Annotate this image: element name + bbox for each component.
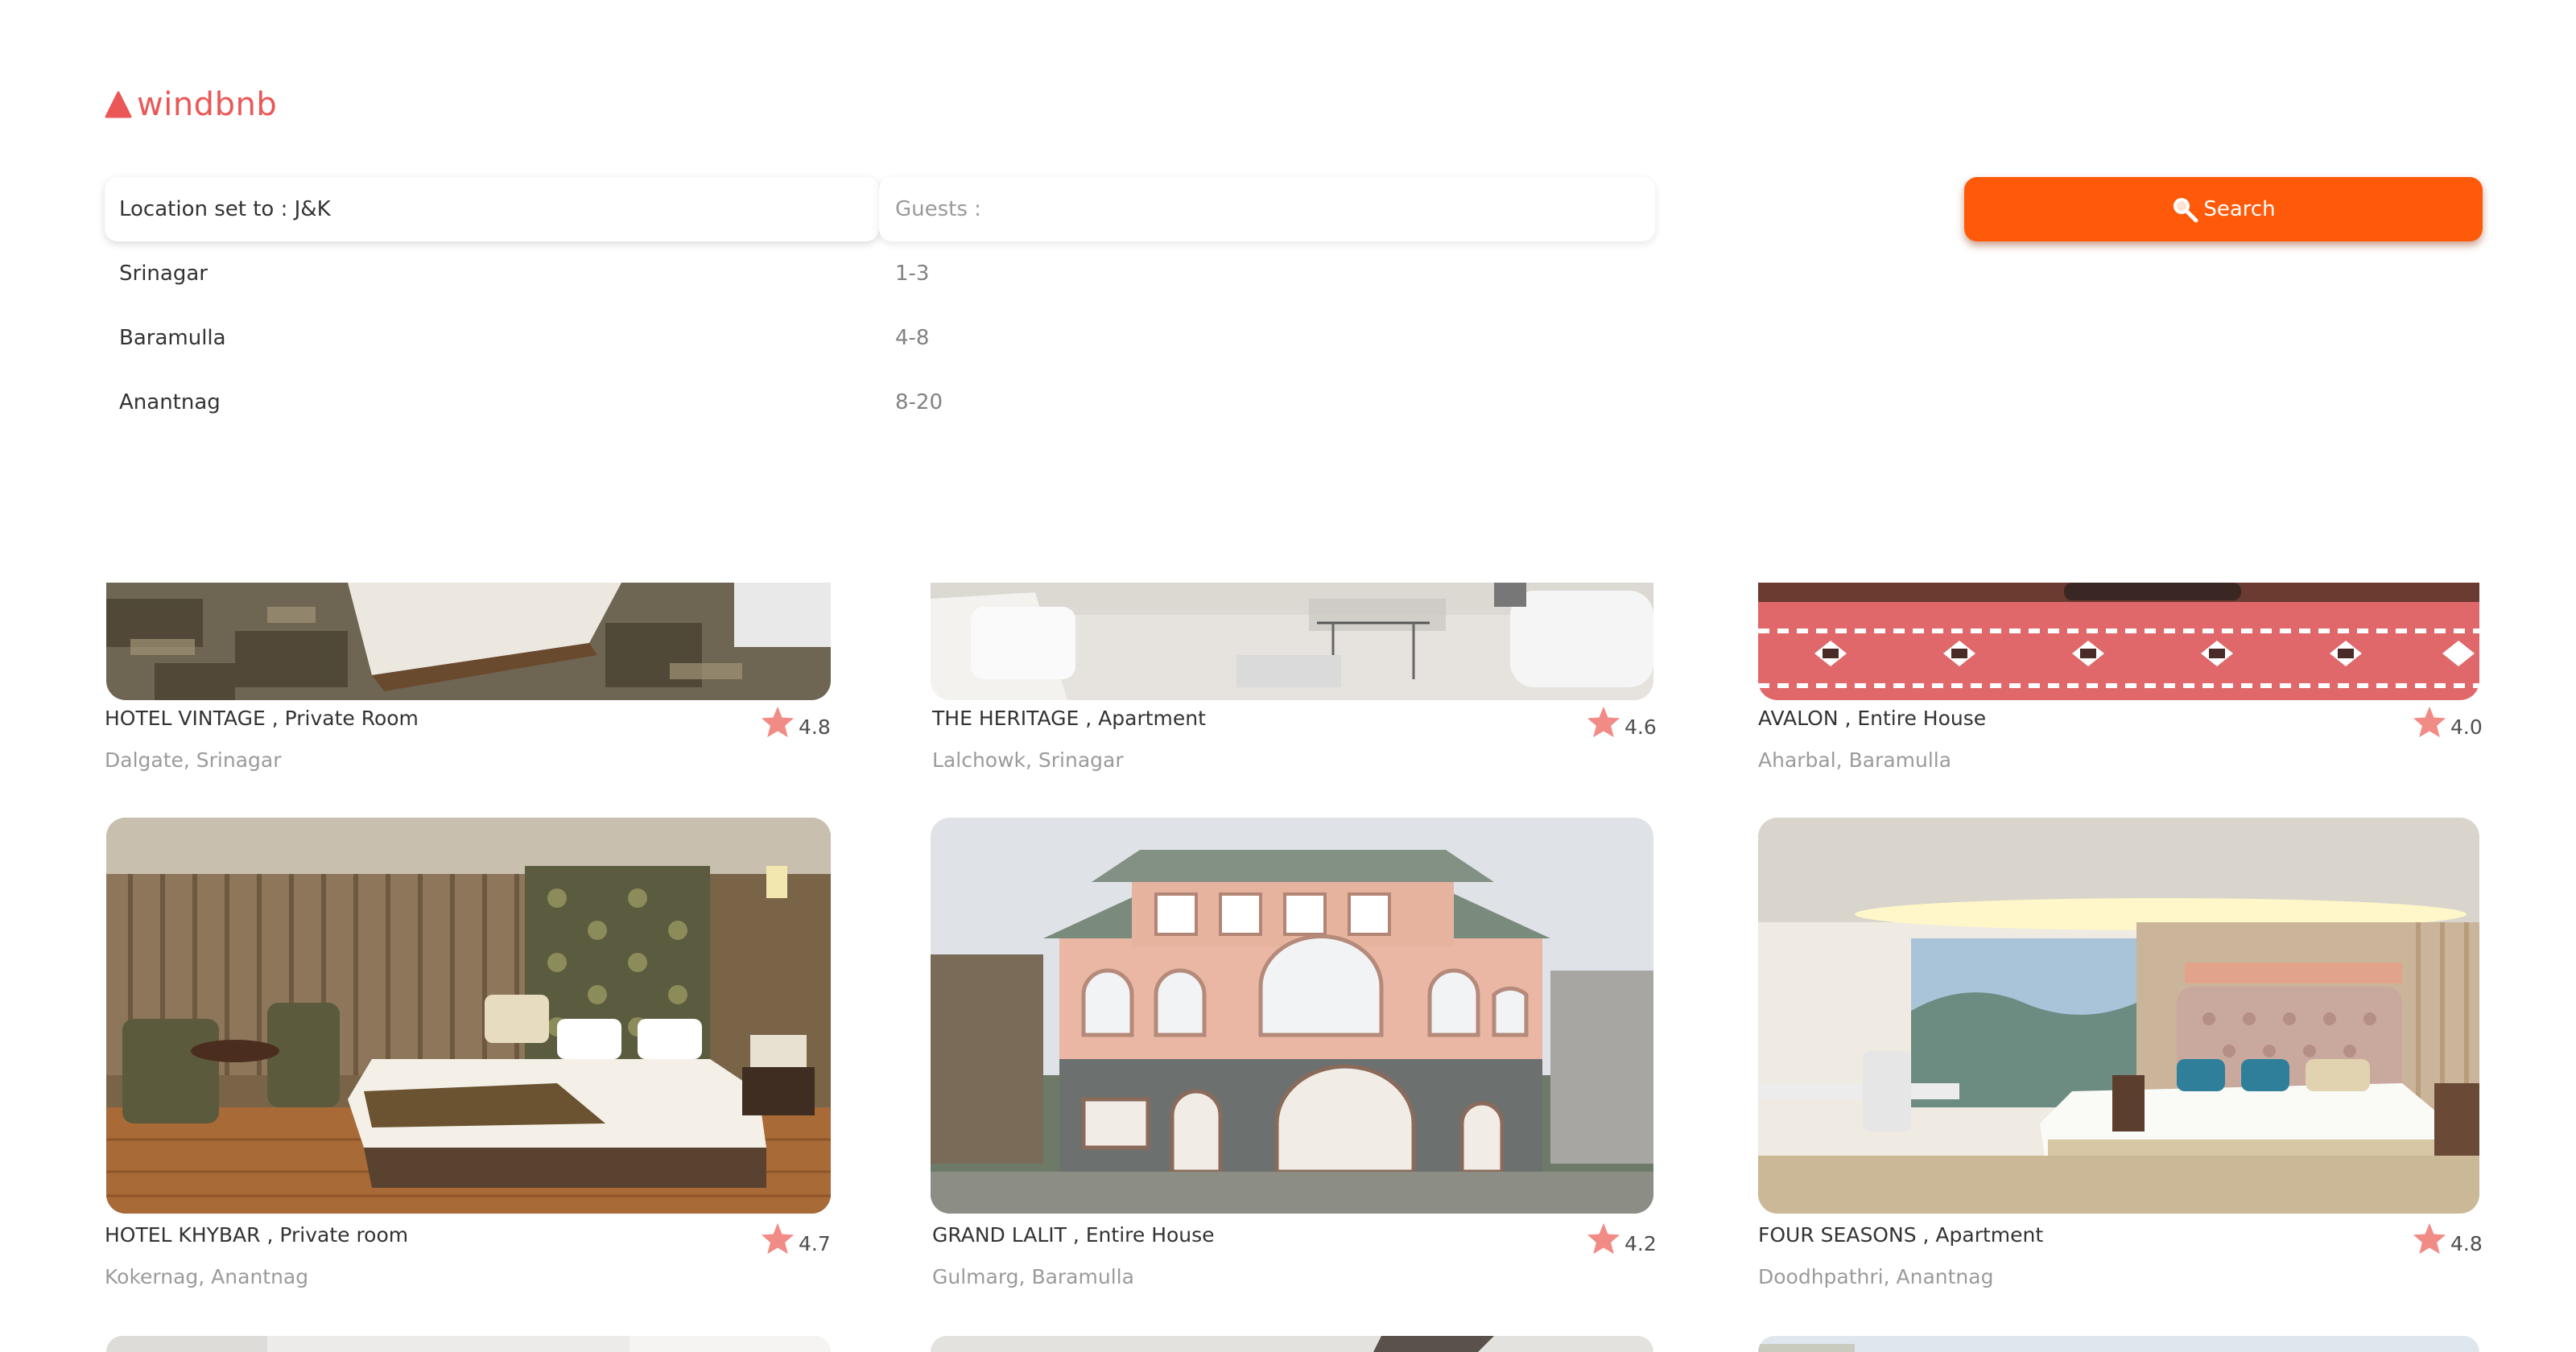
listing-location: Aharbal, Baramulla [1758,748,1952,772]
listing-title[interactable]: AVALON , Entire House [1758,707,1986,730]
listing-location: Gulmarg, Baramulla [932,1265,1134,1288]
guest-option-8-20[interactable]: 8-20 [895,370,1217,435]
location-field-label: Location set to : J&K [119,197,331,221]
listing-photo[interactable] [1758,1336,2479,1352]
logo-text: windbnb [137,86,278,123]
star-icon [760,705,795,739]
location-option-baramulla[interactable]: Baramulla [119,306,522,370]
star-icon [1586,705,1621,739]
listing-rating: 4.0 [2412,705,2483,739]
location-field[interactable]: Location set to : J&K [105,177,879,241]
listing-rating: 4.8 [760,705,831,739]
listing-photo[interactable] [931,1336,1653,1352]
listing-photo[interactable] [106,583,831,700]
guest-options: 1-3 4-8 8-20 [895,241,1217,435]
listing-location: Lalchowk, Srinagar [932,748,1124,772]
star-icon [760,1222,795,1255]
guests-field-label: Guests : [895,197,981,221]
location-option-srinagar[interactable]: Srinagar [119,241,522,306]
listing-rating: 4.8 [2412,1222,2483,1255]
rating-value: 4.2 [1624,1232,1657,1255]
scroll-cut [0,547,2576,583]
windbnb-logo[interactable]: windbnb [105,82,277,127]
star-icon [2412,1222,2447,1255]
guests-field[interactable]: Guests : [879,177,1655,241]
listing-photo[interactable] [1758,818,2479,1214]
listing-photo[interactable] [931,818,1653,1214]
listing-title[interactable]: FOUR SEASONS , Apartment [1758,1223,2043,1247]
rating-value: 4.6 [1624,715,1657,739]
listing-photo[interactable] [931,583,1653,700]
rating-value: 4.0 [2450,715,2483,739]
star-icon [2412,705,2447,739]
guest-option-4-8[interactable]: 4-8 [895,306,1217,370]
guest-option-1-3[interactable]: 1-3 [895,241,1217,306]
listing-rating: 4.2 [1586,1222,1657,1255]
listing-rating: 4.7 [760,1222,831,1255]
search-button[interactable]: Search [1964,177,2483,241]
location-option-anantnag[interactable]: Anantnag [119,370,522,435]
rating-value: 4.7 [799,1232,831,1255]
search-button-label: Search [2203,197,2276,221]
rating-value: 4.8 [2450,1232,2483,1255]
listing-title[interactable]: HOTEL VINTAGE , Private Room [105,707,419,730]
listing-rating: 4.6 [1586,705,1657,739]
page: windbnb Location set to : J&K Guests : S… [0,0,2576,1352]
listing-photo[interactable] [1758,583,2479,700]
listing-photo[interactable] [106,1336,831,1352]
rating-value: 4.8 [799,715,831,739]
listing-title[interactable]: THE HERITAGE , Apartment [932,707,1206,730]
logo-triangle-icon [105,91,132,118]
listing-location: Kokernag, Anantnag [105,1265,309,1288]
listing-title[interactable]: GRAND LALIT , Entire House [932,1223,1215,1247]
listing-title[interactable]: HOTEL KHYBAR , Private room [105,1223,408,1247]
listing-location: Doodhpathri, Anantnag [1758,1265,1994,1288]
listing-location: Dalgate, Srinagar [105,748,282,772]
search-icon [2171,196,2198,223]
star-icon [1586,1222,1621,1255]
location-options: Srinagar Baramulla Anantnag [119,241,522,435]
listing-photo[interactable] [106,818,831,1214]
